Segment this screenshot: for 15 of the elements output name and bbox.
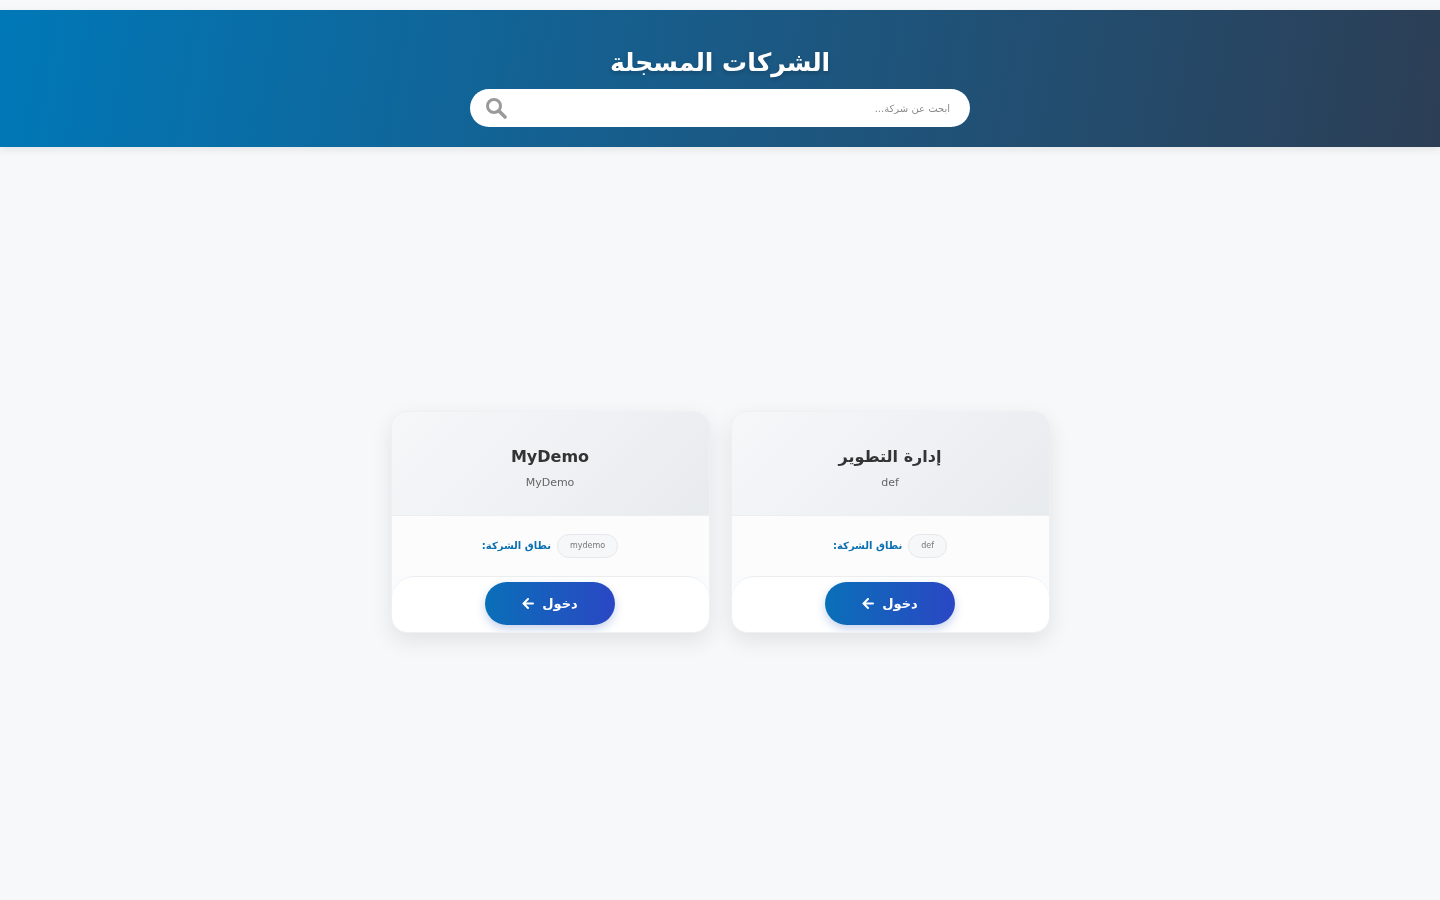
domain-label: نطاق الشركة: <box>833 540 903 551</box>
domain-badge: def <box>908 533 947 558</box>
enter-button[interactable]: دخول <box>825 582 955 625</box>
enter-button[interactable]: دخول <box>485 582 615 625</box>
domain-badge: mydemo <box>556 533 619 558</box>
arrow-left-icon <box>862 598 875 609</box>
company-name: إدارة التطوير <box>838 445 942 468</box>
search-field[interactable]: ابحث عن شركة... <box>470 89 970 127</box>
company-name: MyDemo <box>510 445 590 468</box>
domain-label: نطاق الشركة: <box>481 540 551 551</box>
company-subtitle: def <box>881 475 899 490</box>
page-title: الشركات المسجلة <box>609 47 831 80</box>
search-icon[interactable] <box>485 97 507 119</box>
arrow-left-icon <box>522 598 535 609</box>
company-subtitle: MyDemo <box>525 475 575 490</box>
